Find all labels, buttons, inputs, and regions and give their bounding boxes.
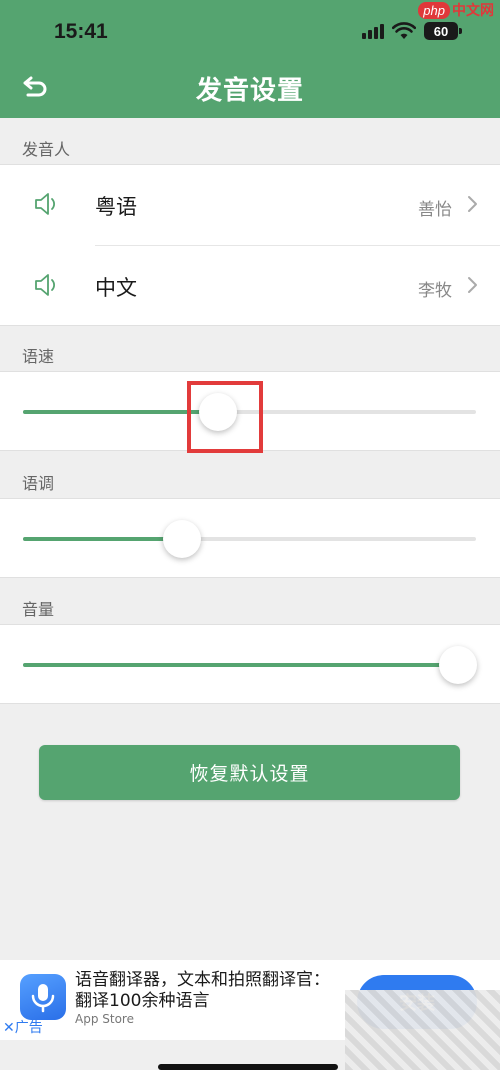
status-icons: 60 <box>362 22 462 40</box>
page-title: 发音设置 <box>195 76 304 106</box>
watermark-text: 中文网 <box>452 3 494 19</box>
speaker-icon <box>35 193 55 215</box>
battery-icon: 60 <box>424 22 462 40</box>
reset-defaults-button[interactable]: 恢复默认设置 <box>39 745 460 800</box>
voice-name: 善怡 <box>418 200 452 220</box>
pitch-panel <box>0 498 500 578</box>
ad-close-button[interactable]: ✕广告 <box>3 1017 43 1037</box>
ad-label: 广告 <box>14 1020 43 1036</box>
blurred-region <box>345 990 500 1070</box>
voice-name: 李牧 <box>418 281 452 301</box>
signal-icon <box>362 23 384 39</box>
section-label-speed: 语速 <box>22 347 55 366</box>
ad-store-label: App Store <box>75 1012 134 1026</box>
chevron-right-icon <box>468 277 477 293</box>
slider-thumb[interactable] <box>162 520 201 558</box>
volume-panel <box>0 624 500 704</box>
voice-language: 粤语 <box>95 195 137 219</box>
highlight-annotation <box>187 381 263 453</box>
section-label-pitch: 语调 <box>22 474 55 493</box>
ad-title: 语音翻译器，文本和拍照翻译官：翻译100余种语言 <box>75 970 330 1011</box>
speaker-icon <box>35 274 55 296</box>
voice-language: 中文 <box>95 276 137 300</box>
volume-slider[interactable] <box>23 645 477 685</box>
ad-app-icon <box>20 974 66 1020</box>
section-label-voice: 发音人 <box>22 140 71 159</box>
watermark: php 中文网 <box>418 0 494 20</box>
status-time: 15:41 <box>54 20 108 43</box>
wifi-icon <box>392 22 416 39</box>
watermark-logo: php <box>418 1 450 19</box>
voice-panel: 粤语 善怡 中文 李牧 <box>0 164 500 326</box>
slider-fill <box>23 663 458 667</box>
home-indicator <box>158 1064 338 1070</box>
slider-fill <box>23 537 182 541</box>
slider-thumb[interactable] <box>438 646 477 684</box>
chevron-right-icon <box>468 196 477 212</box>
voice-row-cantonese[interactable]: 粤语 善怡 <box>0 165 500 245</box>
section-label-volume: 音量 <box>22 600 55 619</box>
pitch-slider[interactable] <box>23 519 476 559</box>
voice-row-mandarin[interactable]: 中文 李牧 <box>0 246 500 326</box>
microphone-icon <box>31 984 55 1013</box>
